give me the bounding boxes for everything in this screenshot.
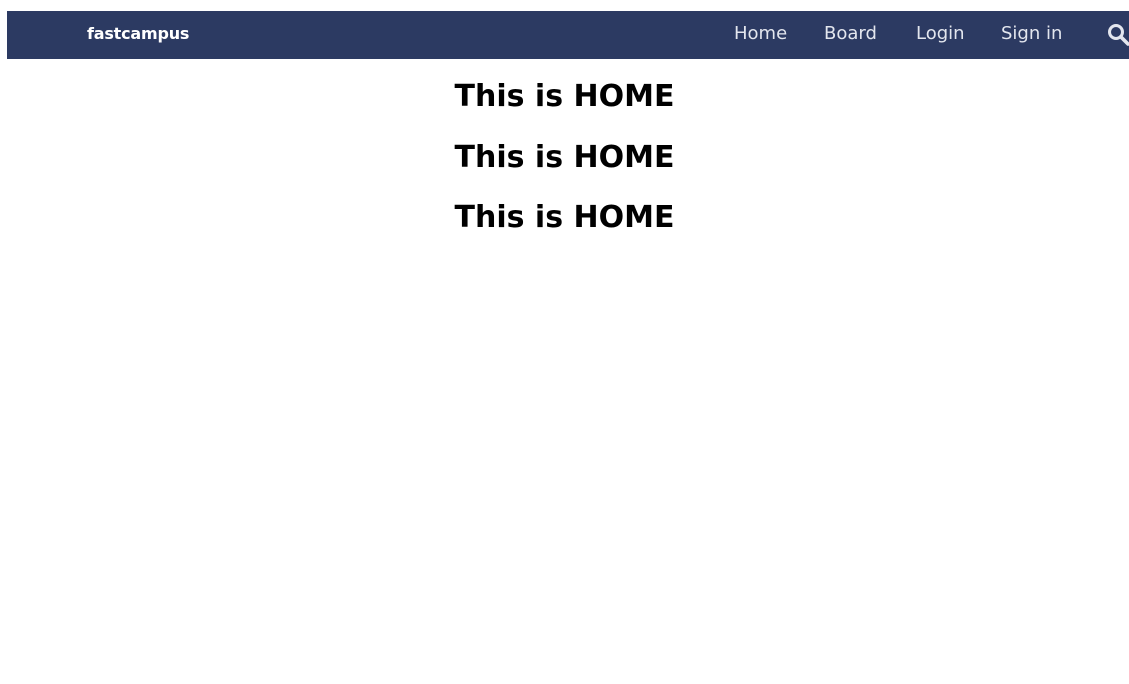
- navbar: fastcampus Home Board Login Sign in: [7, 11, 1129, 59]
- nav-link-board[interactable]: Board: [824, 23, 877, 45]
- home-heading: This is HOME: [454, 200, 675, 235]
- search-icon: [1108, 24, 1129, 46]
- home-heading: This is HOME: [454, 140, 675, 175]
- nav-link-home[interactable]: Home: [734, 23, 787, 45]
- home-heading: This is HOME: [454, 79, 675, 114]
- main-content: This is HOME This is HOME This is HOME: [0, 59, 1129, 236]
- brand-logo[interactable]: fastcampus: [87, 24, 189, 44]
- nav-link-login[interactable]: Login: [916, 23, 965, 45]
- nav-link-sign-in[interactable]: Sign in: [1001, 23, 1062, 45]
- search-button[interactable]: [1107, 23, 1129, 47]
